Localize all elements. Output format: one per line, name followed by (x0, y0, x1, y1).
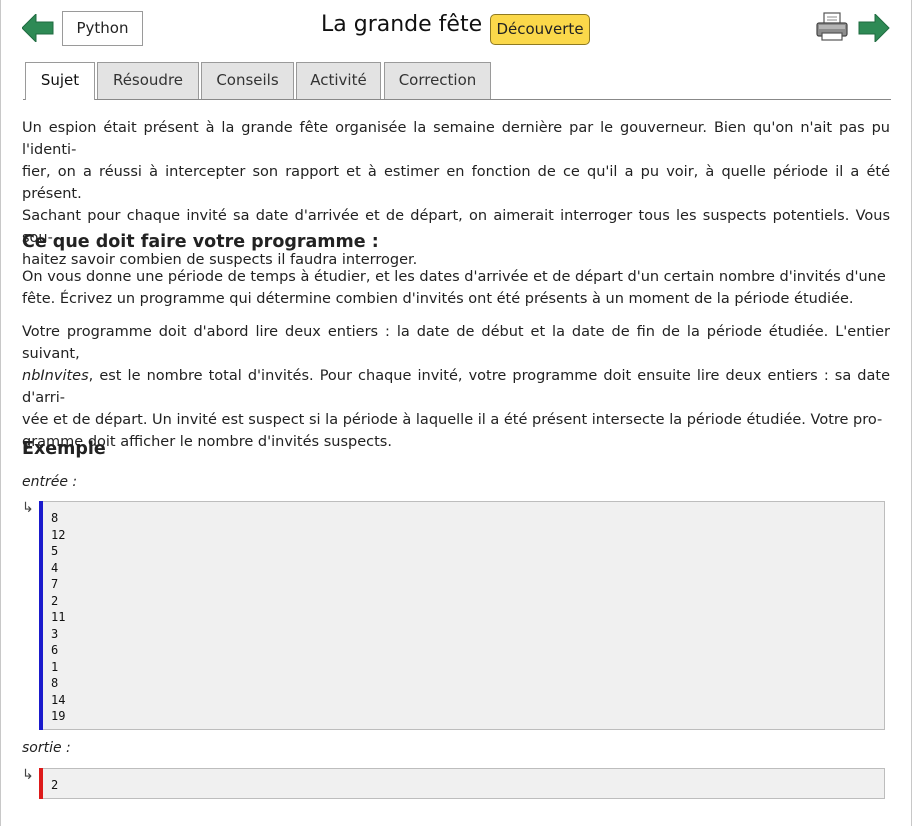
task-line: vée et de départ. Un invité est suspect … (22, 412, 883, 428)
page-title: La grande fête (321, 12, 483, 37)
input-line: 2 (51, 593, 59, 608)
page-frame: Python La grande fête Découverte Sujet R… (0, 0, 912, 826)
output-bar (39, 768, 43, 799)
input-line: 8 (51, 511, 59, 525)
printer-icon[interactable] (816, 12, 848, 42)
return-arrow-icon: ↳ (22, 500, 34, 516)
input-line: 3 (51, 626, 59, 641)
input-label: entrée : (22, 474, 78, 490)
level-badge: Découverte (490, 14, 590, 45)
task-line: fête. Écrivez un programme qui détermine… (22, 291, 854, 307)
tab-activite[interactable]: Activité (296, 62, 381, 99)
input-bar (39, 501, 43, 730)
input-box: 8 12 5 4 7 2 11 3 6 1 8 14 19 (39, 501, 885, 730)
task-heading: Ce que doit faire votre programme : (22, 232, 379, 252)
task-line: nbInvites, est le nombre total d'invités… (22, 365, 890, 409)
input-lines: 8 12 5 4 7 2 11 3 6 1 8 14 19 (51, 510, 65, 725)
input-line: 8 (51, 676, 59, 690)
task-line-rest: , est le nombre total d'invités. Pour ch… (22, 368, 890, 406)
arrow-left-icon[interactable] (22, 14, 54, 42)
output-label: sortie : (22, 740, 71, 756)
tab-sujet[interactable]: Sujet (25, 62, 95, 100)
input-line: 14 (51, 692, 66, 707)
language-button[interactable]: Python (62, 11, 143, 46)
output-lines: 2 (51, 777, 58, 794)
tab-correction[interactable]: Correction (384, 62, 491, 99)
intro-line: fier, on a réussi à intercepter son rapp… (22, 164, 890, 202)
input-line: 1 (51, 659, 59, 674)
tab-bar: Sujet Résoudre Conseils Activité Correct… (23, 62, 891, 100)
tab-resoudre[interactable]: Résoudre (97, 62, 199, 99)
input-line: 11 (51, 610, 66, 624)
task-paragraph-2: Votre programme doit d'abord lire deux e… (22, 321, 890, 453)
input-line: 4 (51, 560, 59, 575)
input-line: 19 (51, 709, 66, 723)
input-line: 7 (51, 577, 59, 591)
output-line: 2 (51, 778, 59, 792)
header: Python La grande fête Découverte (1, 0, 912, 60)
variable-name: nbInvites (22, 368, 89, 384)
task-line: On vous donne une période de temps à étu… (22, 269, 886, 285)
input-line: 6 (51, 643, 59, 657)
intro-line: Un espion était présent à la grande fête… (22, 120, 890, 158)
tab-conseils[interactable]: Conseils (201, 62, 294, 99)
return-arrow-icon: ↳ (22, 767, 34, 783)
task-line: Votre programme doit d'abord lire deux e… (22, 324, 890, 362)
task-paragraph-1: On vous donne une période de temps à étu… (22, 266, 890, 310)
input-line: 12 (51, 527, 66, 542)
arrow-right-icon[interactable] (858, 14, 890, 42)
output-box: 2 (39, 768, 885, 799)
input-line: 5 (51, 544, 59, 558)
example-heading: Exemple (22, 439, 106, 459)
